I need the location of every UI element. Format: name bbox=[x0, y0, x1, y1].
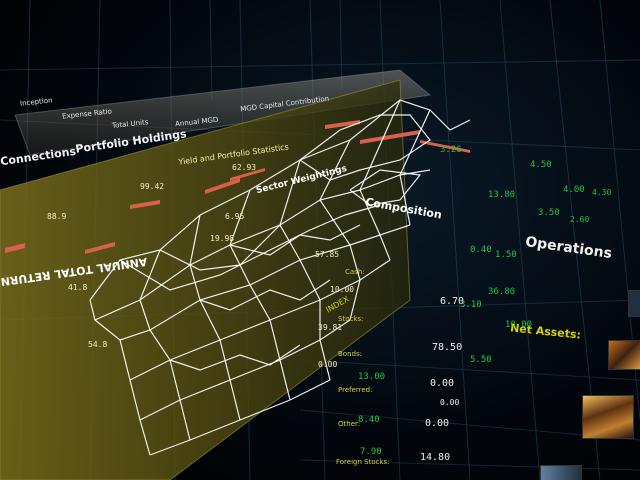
op-row-label: Bonds: bbox=[338, 350, 362, 358]
green-value: 8.40 bbox=[358, 415, 380, 425]
right-number: 1.50 bbox=[495, 250, 517, 260]
panel-value: 88.9 bbox=[47, 212, 67, 221]
green-value: 7.90 bbox=[360, 447, 382, 457]
panel-value: 62.93 bbox=[232, 163, 257, 172]
right-number: 4.00 bbox=[563, 185, 585, 195]
right-number: 3.50 bbox=[538, 208, 560, 218]
green-value: 5.50 bbox=[470, 355, 492, 365]
panel-value: 54.8 bbox=[88, 340, 108, 349]
panel-value: 19.98 bbox=[210, 234, 235, 243]
green-value: 13.00 bbox=[358, 372, 386, 382]
op-row-label: Foreign Stocks: bbox=[336, 458, 390, 466]
panel-value: 41.8 bbox=[68, 283, 88, 292]
right-number: 4.50 bbox=[530, 160, 552, 170]
thumbnail-image[interactable] bbox=[540, 465, 582, 480]
op-row-value: 0.00 bbox=[425, 418, 450, 429]
panel-value: 0.00 bbox=[318, 360, 338, 369]
right-number: 2.60 bbox=[570, 215, 590, 224]
thumbnail-image[interactable] bbox=[582, 395, 634, 439]
right-number: 13.80 bbox=[488, 190, 516, 200]
viewport-3d[interactable]: Inception Expense Ratio Total Units Annu… bbox=[0, 0, 640, 480]
op-row-label: Stocks: bbox=[338, 315, 364, 323]
right-number: 36.80 bbox=[488, 287, 516, 297]
op-row-value: 0.00 bbox=[430, 378, 455, 389]
right-number: 4.30 bbox=[592, 188, 612, 197]
op-row-value: 0.00 bbox=[440, 398, 460, 407]
right-number: 0.40 bbox=[470, 245, 492, 255]
op-row-label: Other: bbox=[338, 420, 361, 428]
panel-value: 10.00 bbox=[330, 285, 355, 294]
op-row-value: 14.80 bbox=[420, 452, 451, 463]
panel-value: 6.95 bbox=[225, 212, 245, 221]
op-row-label: Cash: bbox=[345, 268, 365, 276]
thumbnail-image[interactable] bbox=[628, 290, 640, 317]
panel-value: 57.85 bbox=[315, 250, 340, 259]
panel-value: 39.81 bbox=[318, 323, 343, 332]
panel-value: 99.42 bbox=[140, 182, 165, 191]
op-row-value: 78.50 bbox=[432, 342, 463, 353]
right-number: 3.26 bbox=[440, 145, 462, 155]
green-value: 3.10 bbox=[460, 300, 482, 310]
op-row-label: Preferred: bbox=[338, 386, 373, 394]
thumbnail-image[interactable] bbox=[608, 340, 640, 370]
right-number: 10.00 bbox=[505, 320, 533, 330]
